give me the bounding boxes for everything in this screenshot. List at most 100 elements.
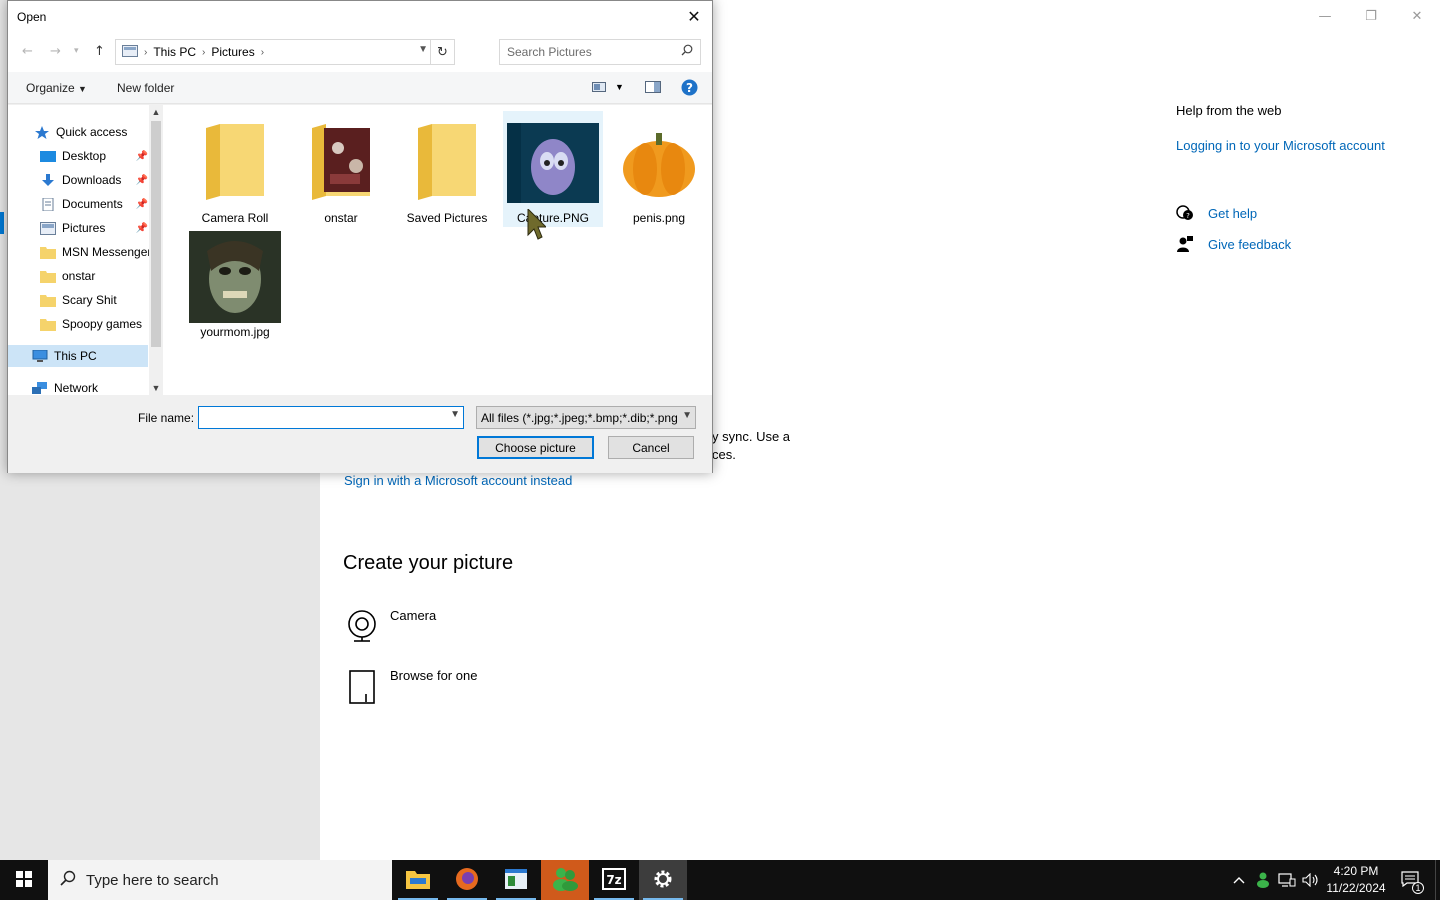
file-item-saved-pictures[interactable]: Saved Pictures (397, 117, 497, 225)
nav-item-label: Scary Shit (62, 293, 117, 307)
folder-with-preview-icon (293, 117, 389, 209)
clock-time: 4:20 PM (1333, 864, 1379, 878)
taskbar-search-box[interactable]: Type here to search (48, 860, 392, 900)
file-type-select[interactable]: All files (*.jpg;*.jpeg;*.bmp;*.dib;*.pn… (476, 406, 696, 429)
nav-item-msn-messenger[interactable]: MSN Messenger (8, 241, 151, 263)
breadcrumb-this-pc[interactable]: This PC (153, 45, 196, 59)
get-help-label: Get help (1208, 205, 1258, 221)
scroll-down-icon[interactable]: ▼ (149, 383, 163, 393)
address-dropdown-icon[interactable]: ▼ (418, 44, 428, 55)
taskbar-clock[interactable]: 4:20 PM 11/22/2024 (1318, 863, 1394, 897)
action-center-button[interactable]: 1 (1396, 860, 1424, 900)
folder-icon (40, 246, 56, 259)
settings-window-controls: — ❐ ✕ (1302, 4, 1440, 28)
nav-item-onstar[interactable]: onstar (8, 265, 148, 287)
camera-option[interactable]: Camera (344, 608, 436, 644)
nav-item-label: Documents (62, 197, 123, 211)
nav-item-this-pc[interactable]: This PC (8, 345, 148, 367)
notepad-taskbar-button[interactable] (492, 860, 540, 900)
network-tray-icon[interactable] (1276, 860, 1298, 900)
nav-item-documents[interactable]: Documents 📌 (8, 193, 148, 215)
firefox-taskbar-button[interactable] (443, 860, 491, 900)
forward-arrow-icon[interactable]: → (50, 44, 61, 59)
file-item-camera-roll[interactable]: Camera Roll (185, 117, 285, 225)
gear-icon (652, 868, 674, 893)
scroll-up-icon[interactable]: ▲ (149, 107, 163, 117)
nav-pane-scrollbar[interactable]: ▲ ▼ (149, 105, 163, 395)
image-thumbnail (611, 117, 707, 209)
chevron-down-icon: ▼ (682, 410, 692, 421)
new-folder-button[interactable]: New folder (117, 81, 174, 95)
scrollbar-thumb[interactable] (151, 121, 161, 347)
documents-icon (40, 197, 56, 211)
restore-button[interactable]: ❐ (1348, 4, 1394, 28)
pin-icon: 📌 (135, 198, 148, 210)
file-item-penis-png[interactable]: penis.png (609, 117, 709, 225)
sync-text-line: y sync. Use a (712, 429, 791, 444)
minimize-button[interactable]: — (1302, 4, 1348, 28)
nav-item-label: Quick access (56, 125, 128, 139)
browse-label: Browse for one (390, 668, 478, 683)
sync-text: y sync. Use a ces. (712, 428, 790, 464)
view-options-dropdown-icon[interactable]: ▼ (615, 82, 624, 92)
recent-locations-icon[interactable]: ▾ (74, 46, 79, 56)
navigation-bar: ← → ▾ ↑ › This PC › Pictures › ▼ ↻ Searc… (8, 32, 712, 72)
messenger-buddy-icon (552, 867, 578, 894)
file-explorer-taskbar-button[interactable] (394, 860, 442, 900)
7zip-icon: 7z (602, 867, 626, 893)
nav-item-pictures[interactable]: Pictures 📌 (8, 217, 148, 239)
nav-item-spoopy-games[interactable]: Spoopy games (8, 313, 148, 335)
help-icon[interactable]: ? (681, 79, 698, 99)
navigation-pane: Quick access Desktop 📌 Downloads 📌 Docum… (8, 105, 163, 395)
notepad-icon (505, 868, 527, 892)
breadcrumb-separator-icon: › (260, 46, 265, 58)
preview-pane-icon[interactable] (645, 80, 661, 97)
show-desktop-button[interactable] (1435, 860, 1440, 900)
change-view-icon[interactable] (592, 80, 608, 97)
messenger-tray-icon[interactable] (1252, 860, 1274, 900)
browse-option[interactable]: Browse for one (344, 668, 477, 704)
taskbar-search-input[interactable]: Type here to search (86, 872, 219, 889)
close-window-button[interactable]: ✕ (1394, 4, 1440, 28)
get-help-link[interactable]: ? Get help (1176, 204, 1257, 222)
file-item-yourmom-jpg[interactable]: yourmom.jpg (185, 231, 285, 339)
organize-button[interactable]: Organize ▼ (26, 81, 87, 95)
svg-text:7z: 7z (606, 873, 621, 887)
windows-logo-icon (16, 870, 32, 890)
open-dialog: Open ✕ ← → ▾ ↑ › This PC › Pictures › ▼ … (7, 0, 713, 473)
file-name: yourmom.jpg (200, 325, 270, 339)
breadcrumb-pictures[interactable]: Pictures (211, 45, 254, 59)
folder-icon (40, 318, 56, 331)
cancel-button[interactable]: Cancel (608, 436, 694, 459)
nav-item-label: This PC (54, 349, 97, 363)
file-name-input[interactable] (198, 406, 464, 429)
camera-label: Camera (390, 608, 437, 623)
refresh-icon[interactable]: ↻ (430, 40, 454, 64)
dialog-close-button[interactable]: ✕ (682, 5, 706, 27)
nav-item-downloads[interactable]: Downloads 📌 (8, 169, 148, 191)
file-name-dropdown-icon[interactable]: ▼ (444, 406, 464, 429)
nav-item-desktop[interactable]: Desktop 📌 (8, 145, 148, 167)
back-arrow-icon[interactable]: ← (22, 44, 33, 59)
dialog-body: Quick access Desktop 📌 Downloads 📌 Docum… (8, 105, 712, 395)
start-button[interactable] (0, 860, 48, 900)
give-feedback-link[interactable]: Give feedback (1176, 235, 1291, 253)
file-item-capture[interactable]: Capture.PNG (503, 111, 603, 227)
show-hidden-icons-button[interactable] (1230, 860, 1248, 900)
help-link[interactable]: Logging in to your Microsoft account (1176, 138, 1385, 153)
messenger-taskbar-button[interactable] (541, 860, 589, 900)
7zip-taskbar-button[interactable]: 7z (590, 860, 638, 900)
search-box[interactable]: Search Pictures (499, 39, 701, 65)
search-input[interactable]: Search Pictures (507, 45, 592, 59)
clock-date: 11/22/2024 (1326, 881, 1386, 895)
nav-item-quick-access[interactable]: Quick access (8, 121, 148, 143)
file-name: Saved Pictures (406, 211, 488, 225)
pictures-library-icon (122, 44, 138, 60)
address-bar[interactable]: › This PC › Pictures › ▼ ↻ (115, 39, 455, 65)
file-item-onstar[interactable]: onstar (291, 117, 391, 225)
up-arrow-icon[interactable]: ↑ (94, 44, 105, 59)
nav-item-scary-shit[interactable]: Scary Shit (8, 289, 148, 311)
settings-taskbar-button[interactable] (639, 860, 687, 900)
choose-picture-button[interactable]: Choose picture (477, 436, 594, 459)
signin-microsoft-link[interactable]: Sign in with a Microsoft account instead (344, 473, 572, 488)
